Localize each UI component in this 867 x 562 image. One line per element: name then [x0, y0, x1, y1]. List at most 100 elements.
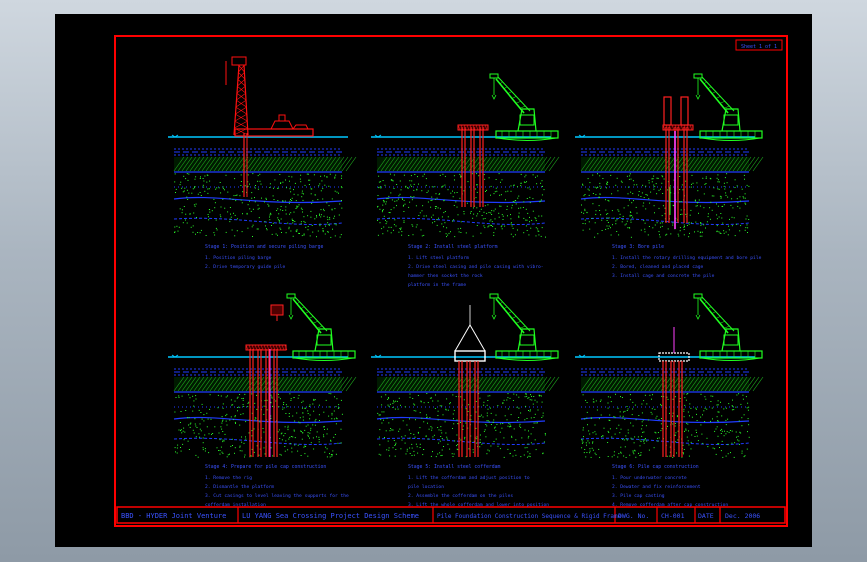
soil-dot: [535, 235, 537, 237]
soil-dot: [329, 224, 330, 226]
soil-dot: [181, 395, 183, 397]
soil-dot: [497, 405, 499, 407]
soil-dot: [226, 413, 228, 415]
soil-dot: [213, 198, 215, 200]
soil-dot: [378, 436, 380, 438]
soil-dot: [720, 197, 722, 199]
soil-dot: [189, 397, 191, 399]
soil-dot: [377, 234, 379, 236]
soil-dot: [224, 207, 226, 209]
soil-dot: [300, 455, 302, 456]
soil-dot: [304, 429, 306, 431]
soil-dot: [434, 186, 436, 188]
soil-dot: [439, 231, 441, 233]
soil-dot: [502, 215, 504, 217]
soil-dot: [415, 226, 417, 228]
soil-dot: [438, 193, 440, 195]
soil-dot: [209, 408, 211, 410]
soil-dot: [203, 180, 205, 182]
soil-dot: [226, 424, 228, 426]
soil-dot: [201, 418, 203, 420]
soil-dot: [607, 430, 609, 432]
crane-body: [721, 328, 741, 352]
soil-dot: [387, 230, 389, 232]
soil-dot: [726, 431, 728, 433]
soil-dot: [411, 455, 413, 456]
soil-dot: [522, 207, 524, 208]
soil-dot: [507, 393, 509, 395]
soil-dot: [707, 213, 709, 215]
soil-dot: [515, 439, 517, 441]
crane-cab: [519, 114, 535, 126]
soil-dot: [336, 398, 338, 400]
soil-dot: [725, 194, 727, 196]
soil-dot: [606, 217, 608, 219]
soil-dot: [720, 213, 722, 214]
soil-dot: [739, 207, 741, 209]
soil-dot: [259, 173, 261, 175]
soil-dot: [411, 443, 413, 445]
soil-dot: [654, 224, 656, 226]
soil-dot: [270, 394, 272, 396]
soil-dot: [622, 415, 624, 417]
soil-dot: [667, 425, 668, 427]
soil-dot: [324, 233, 326, 235]
soil-dot: [684, 430, 685, 432]
soil-dot: [241, 202, 243, 204]
soil-dot: [731, 405, 733, 407]
soil-dot: [430, 455, 432, 457]
soil-dot: [644, 228, 646, 230]
crane-cab: [723, 114, 739, 126]
soil-dot: [717, 420, 719, 421]
soil-dot: [696, 413, 697, 415]
soil-dot: [624, 446, 626, 448]
soil-dot: [188, 173, 190, 175]
soil-dot: [176, 447, 178, 449]
rig-head: [231, 56, 247, 66]
soil-dot: [431, 196, 433, 198]
soil-dot: [287, 425, 289, 427]
soil-dot: [229, 419, 231, 421]
soil-dot: [586, 212, 588, 214]
soil-dot: [395, 444, 396, 446]
soil-dot: [227, 191, 229, 193]
soil-dot: [625, 223, 627, 225]
stage-5-panel: [371, 293, 560, 458]
soil-dot: [323, 434, 324, 436]
soil-dot: [385, 223, 387, 225]
soil-dot: [214, 207, 216, 209]
soil-dot: [728, 403, 730, 405]
soil-dot: [541, 194, 543, 196]
soil-dot: [592, 441, 594, 443]
boom-lacing: [707, 86, 712, 89]
soil-dot: [747, 232, 748, 233]
soil-dot: [487, 408, 489, 410]
soil-dot: [454, 179, 455, 181]
soil-dot: [652, 178, 654, 180]
soil-dot: [511, 204, 513, 206]
soil-dot: [458, 231, 460, 233]
soil-dot: [179, 184, 181, 186]
soil-dot: [620, 446, 622, 448]
soil-dot: [222, 407, 224, 409]
soil-dot: [592, 174, 594, 176]
soil-dot: [214, 202, 216, 204]
soil-dot: [733, 456, 735, 458]
soil-dot: [732, 406, 734, 408]
soil-dot: [603, 427, 605, 429]
soil-dot: [287, 449, 289, 451]
soil-dot: [507, 448, 509, 450]
boom-lacing: [715, 316, 721, 319]
soil-dot: [220, 395, 222, 397]
soil-dot: [684, 397, 686, 399]
soil-dot: [529, 456, 531, 458]
soil-dot: [217, 407, 219, 409]
soil-dot: [711, 407, 713, 409]
soil-dot: [420, 229, 422, 231]
soil-dot: [340, 428, 342, 430]
soil-dot: [440, 426, 442, 428]
soil-dot: [617, 407, 619, 409]
soil-dot: [334, 223, 336, 225]
soil-dot: [199, 436, 201, 438]
soil-dot: [437, 400, 439, 402]
